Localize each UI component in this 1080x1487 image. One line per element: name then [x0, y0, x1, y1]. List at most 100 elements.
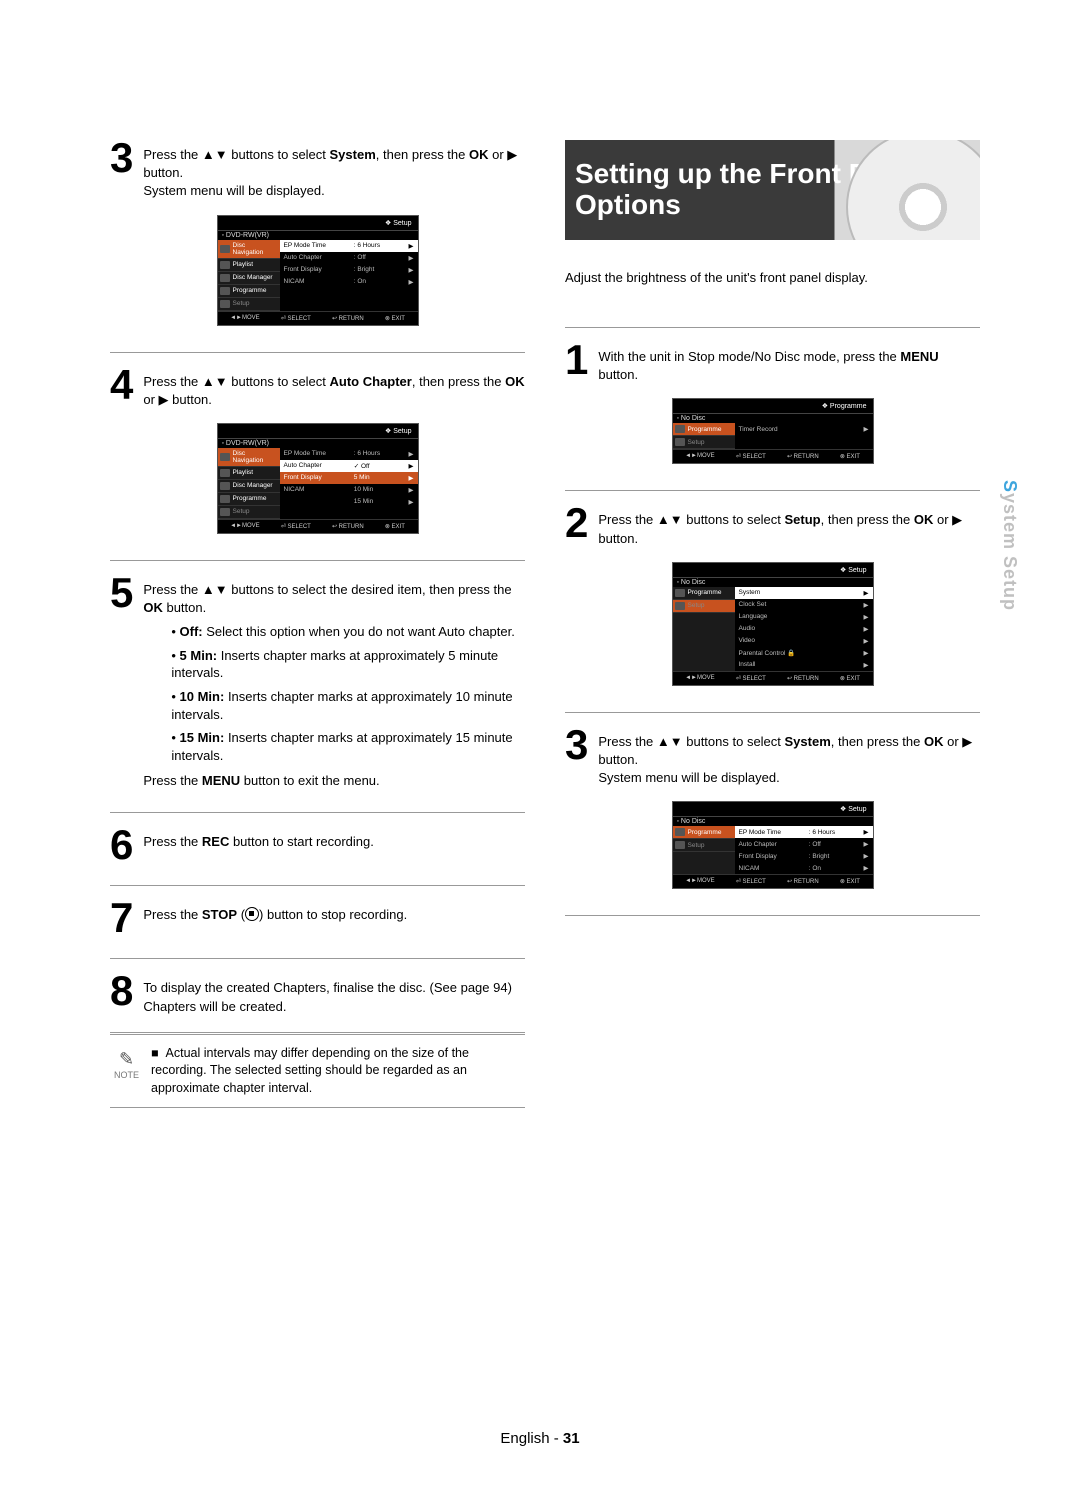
osd-menu: ❖ Setup ◦ No Disc ProgrammeSetup System▶… — [672, 562, 874, 686]
menu-footer-item: ⊗ EXIT — [840, 675, 860, 682]
menu-disc-label: ◦ No Disc — [673, 578, 873, 587]
divider — [110, 812, 525, 813]
menu-icon — [220, 453, 230, 461]
menu-disc-label: ◦ DVD-RW(VR) — [218, 231, 418, 240]
step-text: Press the ▲▼ buttons to select Auto Chap… — [143, 367, 525, 409]
menu-footer-item: ◄►MOVE — [230, 315, 260, 322]
menu-sidebar: ProgrammeSetup — [673, 587, 735, 671]
step-number: 8 — [110, 973, 133, 1015]
step-number: 3 — [565, 727, 588, 788]
option-item: Off: Select this option when you do not … — [171, 623, 525, 641]
menu-header: ❖ Setup — [218, 424, 418, 439]
menu-main: EP Mode Time: 6 Hours▶Auto Chapter: Off▶… — [735, 826, 873, 874]
menu-row: Audio▶ — [735, 623, 873, 635]
note-box: ✎ NOTE ■ Actual intervals may differ dep… — [110, 1032, 525, 1109]
menu-row: NICAM: On▶ — [735, 862, 873, 874]
divider — [110, 885, 525, 886]
menu-side-item: Programme — [218, 493, 280, 506]
step-number: 7 — [110, 900, 133, 936]
menu-header: ❖ Programme — [673, 399, 873, 414]
menu-icon — [220, 261, 230, 269]
menu-icon — [675, 589, 685, 597]
option-item: 10 Min: Inserts chapter marks at approxi… — [171, 688, 525, 723]
menu-icon — [675, 602, 685, 610]
menu-footer-item: ⏎ SELECT — [736, 453, 766, 460]
menu-footer-item: ↩ RETURN — [787, 675, 819, 682]
step-7: 7 Press the STOP () button to stop recor… — [110, 900, 525, 936]
menu-side-item: Setup — [218, 506, 280, 519]
menu-icon — [220, 482, 230, 490]
step-number: 1 — [565, 342, 588, 384]
menu-side-item: Playlist — [218, 467, 280, 480]
intro-text: Adjust the brightness of the unit's fron… — [565, 270, 980, 285]
menu-row: 15 Min▶ — [280, 496, 418, 508]
menu-footer-item: ⏎ SELECT — [736, 878, 766, 885]
divider — [565, 712, 980, 713]
menu-icon — [220, 245, 230, 253]
page-footer: English - 31 — [0, 1430, 1080, 1447]
step-text: Press the ▲▼ buttons to select Setup, th… — [598, 505, 980, 547]
options-list: Off: Select this option when you do not … — [171, 623, 525, 764]
menu-icon — [675, 438, 685, 446]
menu-sidebar: Disc NavigationPlaylistDisc ManagerProgr… — [218, 240, 280, 311]
right-step-3: 3 Press the ▲▼ buttons to select System,… — [565, 727, 980, 788]
step-number: 2 — [565, 505, 588, 547]
menu-row: NICAM: On▶ — [280, 276, 418, 288]
menu-icon — [220, 274, 230, 282]
menu-footer-item: ⊗ EXIT — [840, 453, 860, 460]
menu-icon — [675, 425, 685, 433]
menu-row: NICAM10 Min▶ — [280, 484, 418, 496]
section-banner: Setting up the Front Display Options — [565, 140, 980, 240]
osd-menu-programme: ❖ Programme ◦ No Disc ProgrammeSetup Tim… — [565, 392, 980, 476]
menu-row: EP Mode Time: 6 Hours▶ — [735, 826, 873, 838]
menu-main: EP Mode Time: 6 Hours▶Auto Chapter: Off▶… — [280, 240, 418, 311]
menu-row: EP Mode Time: 6 Hours▶ — [280, 240, 418, 252]
menu-header: ❖ Setup — [673, 802, 873, 817]
step-number: 6 — [110, 827, 133, 863]
step-number: 3 — [110, 140, 133, 201]
menu-icon — [675, 841, 685, 849]
step-8: 8 To display the created Chapters, final… — [110, 973, 525, 1015]
menu-icon — [220, 469, 230, 477]
menu-icon — [220, 287, 230, 295]
menu-footer-item: ◄►MOVE — [685, 878, 715, 885]
right-column: Setting up the Front Display Options Adj… — [565, 140, 980, 1108]
menu-icon — [220, 495, 230, 503]
menu-side-item: Programme — [673, 423, 735, 436]
document-page: 3 Press the ▲▼ buttons to select System,… — [0, 0, 1080, 1168]
menu-footer: ◄►MOVE⏎ SELECT↩ RETURN⊗ EXIT — [218, 519, 418, 533]
step-text: Press the ▲▼ buttons to select System, t… — [598, 727, 980, 788]
menu-row: Video▶ — [735, 635, 873, 647]
menu-side-item: Disc Manager — [218, 272, 280, 285]
menu-footer: ◄►MOVE⏎ SELECT↩ RETURN⊗ EXIT — [673, 671, 873, 685]
menu-row: System▶ — [735, 587, 873, 599]
step-6: 6 Press the REC button to start recordin… — [110, 827, 525, 863]
osd-menu: ❖ Setup ◦ No Disc ProgrammeSetup EP Mode… — [672, 801, 874, 889]
menu-side-item: Playlist — [218, 259, 280, 272]
menu-row: Language▶ — [735, 611, 873, 623]
menu-side-item: Programme — [218, 285, 280, 298]
disc-icon — [846, 140, 980, 240]
step-text: Press the ▲▼ buttons to select System, t… — [143, 140, 525, 201]
menu-side-item: Disc Navigation — [218, 240, 280, 259]
menu-row: Parental Control 🔒▶ — [735, 647, 873, 659]
step-text: Press the ▲▼ buttons to select the desir… — [143, 575, 525, 790]
step-text: Press the REC button to start recording. — [143, 827, 374, 863]
menu-row: Clock Set▶ — [735, 599, 873, 611]
menu-footer-item: ↩ RETURN — [332, 523, 364, 530]
step-text: To display the created Chapters, finalis… — [143, 973, 512, 1015]
note-text: ■ Actual intervals may differ depending … — [151, 1045, 521, 1098]
note-label: ✎ NOTE — [114, 1045, 139, 1098]
right-step-1: 1 With the unit in Stop mode/No Disc mod… — [565, 342, 980, 384]
menu-row: Front Display5 Min▶ — [280, 472, 418, 484]
side-tab: System Setup — [999, 480, 1020, 611]
menu-footer: ◄►MOVE⏎ SELECT↩ RETURN⊗ EXIT — [673, 874, 873, 888]
menu-header: ❖ Setup — [673, 563, 873, 578]
menu-footer-item: ◄►MOVE — [230, 523, 260, 530]
menu-footer-item: ↩ RETURN — [332, 315, 364, 322]
step-text: Press the STOP () button to stop recordi… — [143, 900, 407, 936]
menu-row: Auto Chapter: Off▶ — [735, 838, 873, 850]
menu-disc-label: ◦ No Disc — [673, 817, 873, 826]
menu-row: Install▶ — [735, 659, 873, 671]
menu-footer-item: ⊗ EXIT — [840, 878, 860, 885]
